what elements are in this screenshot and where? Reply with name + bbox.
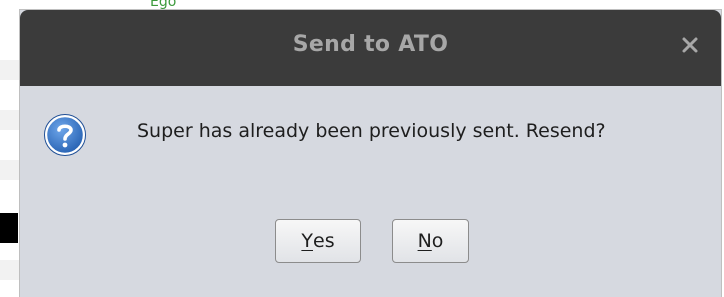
background-row bbox=[0, 260, 22, 280]
background-partial-text: Ego bbox=[150, 0, 177, 10]
close-icon[interactable] bbox=[681, 36, 699, 54]
no-button[interactable]: No bbox=[392, 219, 469, 263]
no-mnemonic: N bbox=[417, 230, 432, 252]
yes-label-rest: es bbox=[313, 230, 335, 252]
send-to-ato-dialog: Send to ATO Super has already been previ… bbox=[20, 10, 721, 297]
dialog-titlebar[interactable]: Send to ATO bbox=[20, 10, 721, 86]
yes-mnemonic: Y bbox=[301, 230, 313, 252]
background-dark-mark bbox=[0, 213, 18, 243]
background-row bbox=[0, 110, 22, 130]
dialog-message: Super has already been previously sent. … bbox=[137, 120, 606, 142]
yes-button[interactable]: Yes bbox=[275, 219, 361, 263]
dialog-title: Send to ATO bbox=[292, 32, 449, 57]
no-label-rest: o bbox=[431, 230, 444, 252]
background-row bbox=[0, 60, 22, 80]
question-icon bbox=[44, 114, 86, 156]
background-row bbox=[0, 160, 22, 180]
